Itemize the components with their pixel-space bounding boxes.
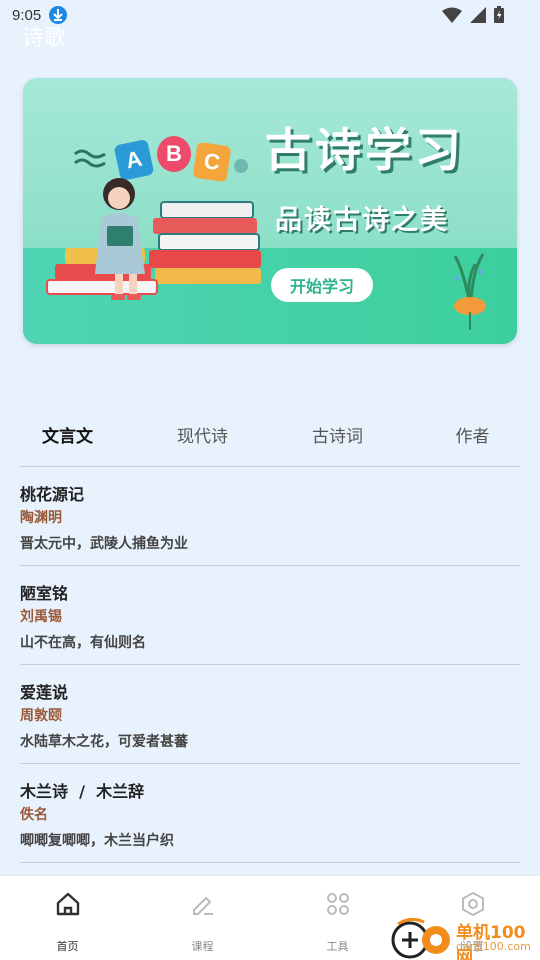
battery-icon: [494, 6, 504, 23]
tab-label: 作者: [455, 426, 490, 447]
settings-icon: [461, 891, 484, 917]
watermark: 单机100网 danji100.com: [390, 916, 540, 960]
nav-home[interactable]: 首页: [0, 876, 135, 960]
signal-icon: [470, 6, 486, 23]
letter-c: C: [202, 148, 222, 175]
nav-label: 工具: [326, 940, 349, 953]
home-icon: [56, 892, 79, 916]
start-learning-button[interactable]: 开始学习: [271, 268, 373, 302]
poem-first-line: 唧唧复唧唧，木兰当户织: [20, 833, 174, 849]
list-divider: [20, 862, 520, 863]
poem-title: 陋室铭: [20, 584, 69, 603]
tab-label: 文言文: [42, 426, 93, 447]
tab-ancient-poetry[interactable]: 古诗词: [270, 410, 405, 458]
poem-title: 桃花源记: [20, 485, 85, 504]
wave-decoration-icon: [74, 149, 106, 168]
tab-modern-poetry[interactable]: 现代诗: [135, 410, 270, 458]
nav-courses[interactable]: 课程: [135, 876, 270, 960]
nav-label: 课程: [191, 940, 214, 953]
letter-a: A: [123, 145, 145, 174]
tab-label: 古诗词: [312, 426, 363, 447]
watermark-name: 单机100网: [456, 923, 526, 960]
poem-author: 陶渊明: [20, 510, 62, 526]
letter-b-block: B: [157, 136, 191, 172]
nav-label: 首页: [56, 940, 79, 953]
hero-banner[interactable]: A B C 古诗学习 品读古诗之美 开始学习: [23, 78, 517, 344]
category-tabs: 文言文 现代诗 古诗词 作者: [0, 410, 540, 458]
poem-first-line: 晋太元中，武陵人捕鱼为业: [20, 536, 188, 552]
list-item[interactable]: 爱莲说 周敦颐 水陆草木之花，可爱者甚蕃: [20, 664, 520, 763]
reading-girl-illustration: [46, 178, 261, 300]
list-item[interactable]: 桃花源记 陶渊明 晋太元中，武陵人捕鱼为业: [20, 466, 520, 565]
list-item[interactable]: 木兰诗 / 木兰辞 佚名 唧唧复唧唧，木兰当户织: [20, 763, 520, 862]
dot-decoration-icon: [234, 159, 248, 173]
poem-author: 刘禹锡: [20, 609, 62, 625]
plant-decoration-icon: [453, 253, 486, 330]
watermark-logo-icon: [391, 917, 450, 959]
poem-first-line: 山不在高，有仙则名: [20, 635, 146, 651]
poem-list: 桃花源记 陶渊明 晋太元中，武陵人捕鱼为业 陋室铭 刘禹锡 山不在高，有仙则名 …: [20, 466, 520, 863]
nav-tools[interactable]: 工具: [270, 876, 405, 960]
app-title: 诗歌: [22, 26, 67, 51]
tab-classical-prose[interactable]: 文言文: [0, 410, 135, 458]
poem-title: 爱莲说: [20, 683, 69, 702]
poem-title: 木兰诗 / 木兰辞: [20, 782, 145, 801]
banner-subtitle: 品读古诗之美: [275, 205, 449, 236]
watermark-url: danji100.com: [456, 940, 531, 953]
poem-author: 周敦颐: [20, 708, 62, 724]
poem-author: 佚名: [20, 807, 48, 823]
status-bar: 9:05: [0, 0, 540, 30]
letter-b: B: [166, 141, 182, 166]
poem-first-line: 水陆草木之花，可爱者甚蕃: [20, 734, 188, 750]
edit-icon: [192, 896, 213, 915]
apps-icon: [326, 893, 349, 915]
list-item[interactable]: 陋室铭 刘禹锡 山不在高，有仙则名: [20, 565, 520, 664]
banner-title: 古诗学习: [265, 123, 465, 177]
wifi-icon: [442, 7, 462, 23]
tab-authors[interactable]: 作者: [405, 410, 540, 458]
tab-label: 现代诗: [177, 426, 228, 447]
